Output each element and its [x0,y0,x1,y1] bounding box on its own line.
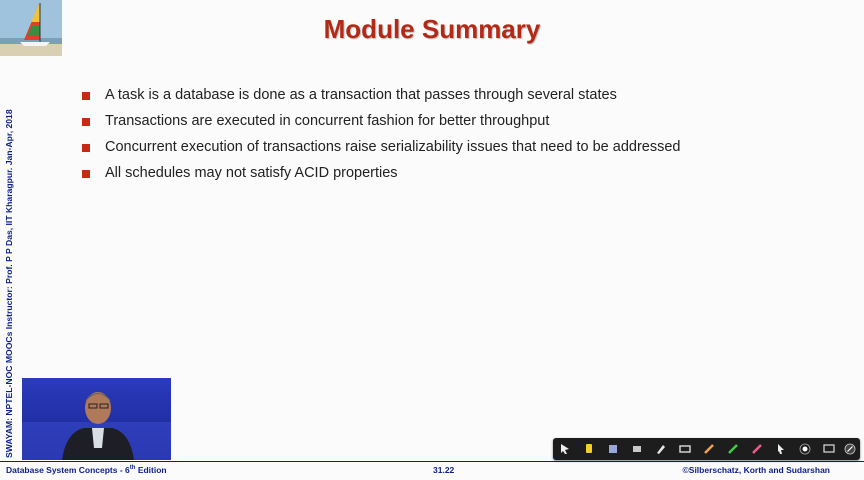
pencil-icon[interactable] [701,441,717,457]
bullet-text: All schedules may not satisfy ACID prope… [105,165,398,181]
footer-book-title: Database System Concepts - 6th Edition [6,465,167,475]
footer-copyright: ©Silberschatz, Korth and Sudarshan [682,465,830,475]
close-icon[interactable] [842,441,858,457]
annotation-toolbar [553,438,860,460]
instructor-video [22,378,171,460]
screen-icon[interactable] [821,441,837,457]
pointer-icon[interactable] [557,441,573,457]
shapes-icon[interactable] [677,441,693,457]
footer-slide-number: 31.22 [433,465,455,475]
green-pen-icon[interactable] [725,441,741,457]
bullet-square-icon [82,170,90,178]
course-side-text: SWAYAM: NPTEL-NOC MOOCs Instructor: Prof… [4,109,14,458]
slide: Module Summary SWAYAM: NPTEL-NOC MOOCs I… [0,0,864,480]
bullet-text: A task is a database is done as a transa… [105,87,617,103]
marker-icon[interactable] [653,441,669,457]
red-pen-icon[interactable] [749,441,765,457]
bullet-square-icon [82,144,90,152]
cursor-icon[interactable] [773,441,789,457]
highlighter-icon[interactable] [581,441,597,457]
slide-title: Module Summary [323,14,541,44]
bullet-text: Concurrent execution of transactions rai… [105,139,681,155]
bullet-text: Transactions are executed in concurrent … [105,113,550,129]
footer-divider [0,461,864,462]
pen-icon[interactable] [605,441,621,457]
bullet-square-icon [82,118,90,126]
bullet-square-icon [82,92,90,100]
laser-icon[interactable] [797,441,813,457]
eraser-icon[interactable] [629,441,645,457]
